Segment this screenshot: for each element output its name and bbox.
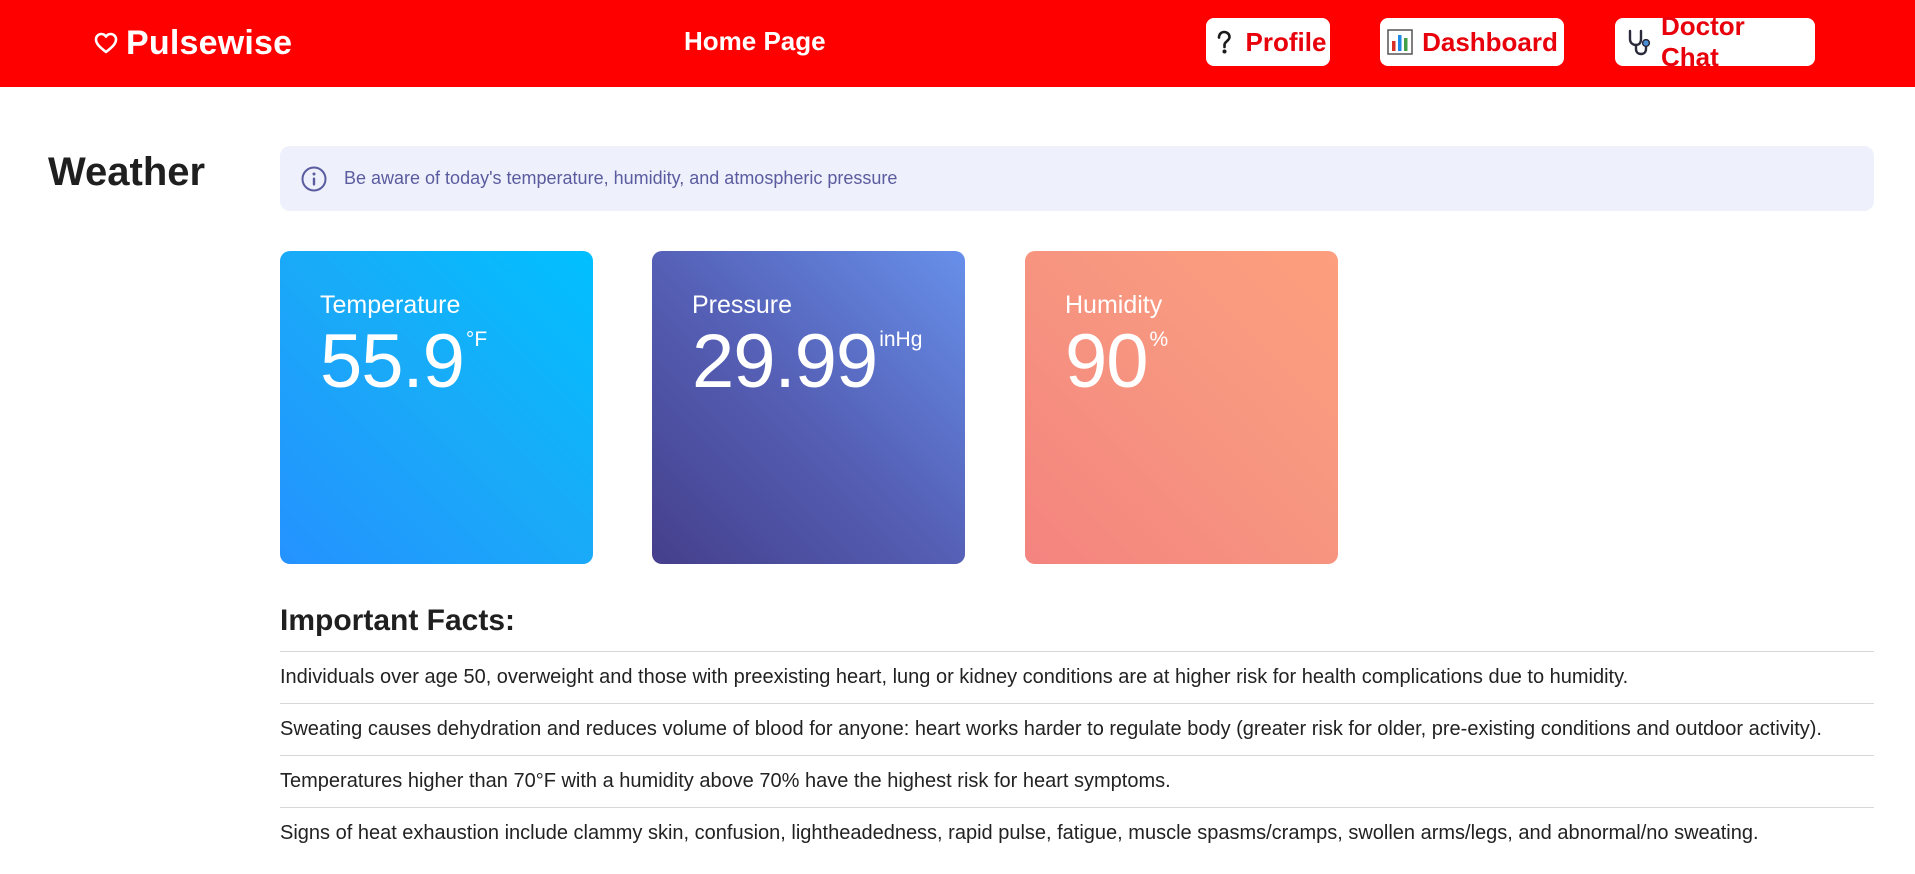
heart-outline-icon [94, 32, 118, 54]
brand-logo-link[interactable]: Pulsewise [94, 22, 292, 64]
temperature-unit: °F [465, 328, 488, 351]
fact-item: Sweating causes dehydration and reduces … [280, 703, 1874, 755]
bar-chart-icon [1387, 29, 1413, 55]
pressure-value: 29.99 [692, 319, 878, 404]
profile-button-label: Profile [1245, 26, 1327, 57]
pressure-unit: inHg [879, 328, 923, 351]
doctor-chat-button-label: Doctor Chat [1661, 11, 1745, 72]
temperature-reading: 55.9 °F [320, 324, 593, 400]
temperature-card: Temperature 55.9 °F [280, 251, 593, 564]
page-title: Weather [48, 150, 206, 194]
important-facts-list: Individuals over age 50, overweight and … [280, 651, 1874, 859]
fact-item: Individuals over age 50, overweight and … [280, 651, 1874, 703]
pressure-label: Pressure [692, 291, 793, 319]
question-mark-icon [1217, 30, 1231, 54]
dashboard-button[interactable]: Dashboard [1380, 18, 1564, 66]
stethoscope-icon [1628, 29, 1651, 56]
humidity-label: Humidity [1065, 291, 1163, 319]
fact-item: Signs of heat exhaustion include clammy … [280, 807, 1874, 859]
humidity-reading: 90 % [1065, 324, 1338, 400]
brand-name: Pulsewise [126, 23, 293, 62]
pressure-reading: 29.99 inHg [692, 324, 965, 400]
fact-item: Temperatures higher than 70°F with a hum… [280, 755, 1874, 807]
doctor-chat-button[interactable]: Doctor Chat [1615, 11, 1815, 72]
humidity-card: Humidity 90 % [1025, 251, 1338, 564]
profile-button[interactable]: Profile [1206, 18, 1330, 66]
info-banner: Be aware of today's temperature, humidit… [280, 146, 1874, 211]
important-facts-heading: Important Facts: [280, 604, 516, 637]
temperature-label: Temperature [320, 291, 461, 319]
home-page-link[interactable]: Home Page [684, 26, 826, 57]
temperature-value: 55.9 [320, 319, 465, 404]
dashboard-button-label: Dashboard [1422, 26, 1558, 57]
humidity-value: 90 [1065, 319, 1149, 404]
top-navigation-bar: Pulsewise Home Page Profile Dashboard Do… [0, 0, 1915, 87]
humidity-unit: % [1149, 328, 1169, 351]
info-circle-icon [301, 166, 327, 191]
info-banner-text: Be aware of today's temperature, humidit… [344, 168, 898, 188]
pressure-card: Pressure 29.99 inHg [652, 251, 965, 564]
